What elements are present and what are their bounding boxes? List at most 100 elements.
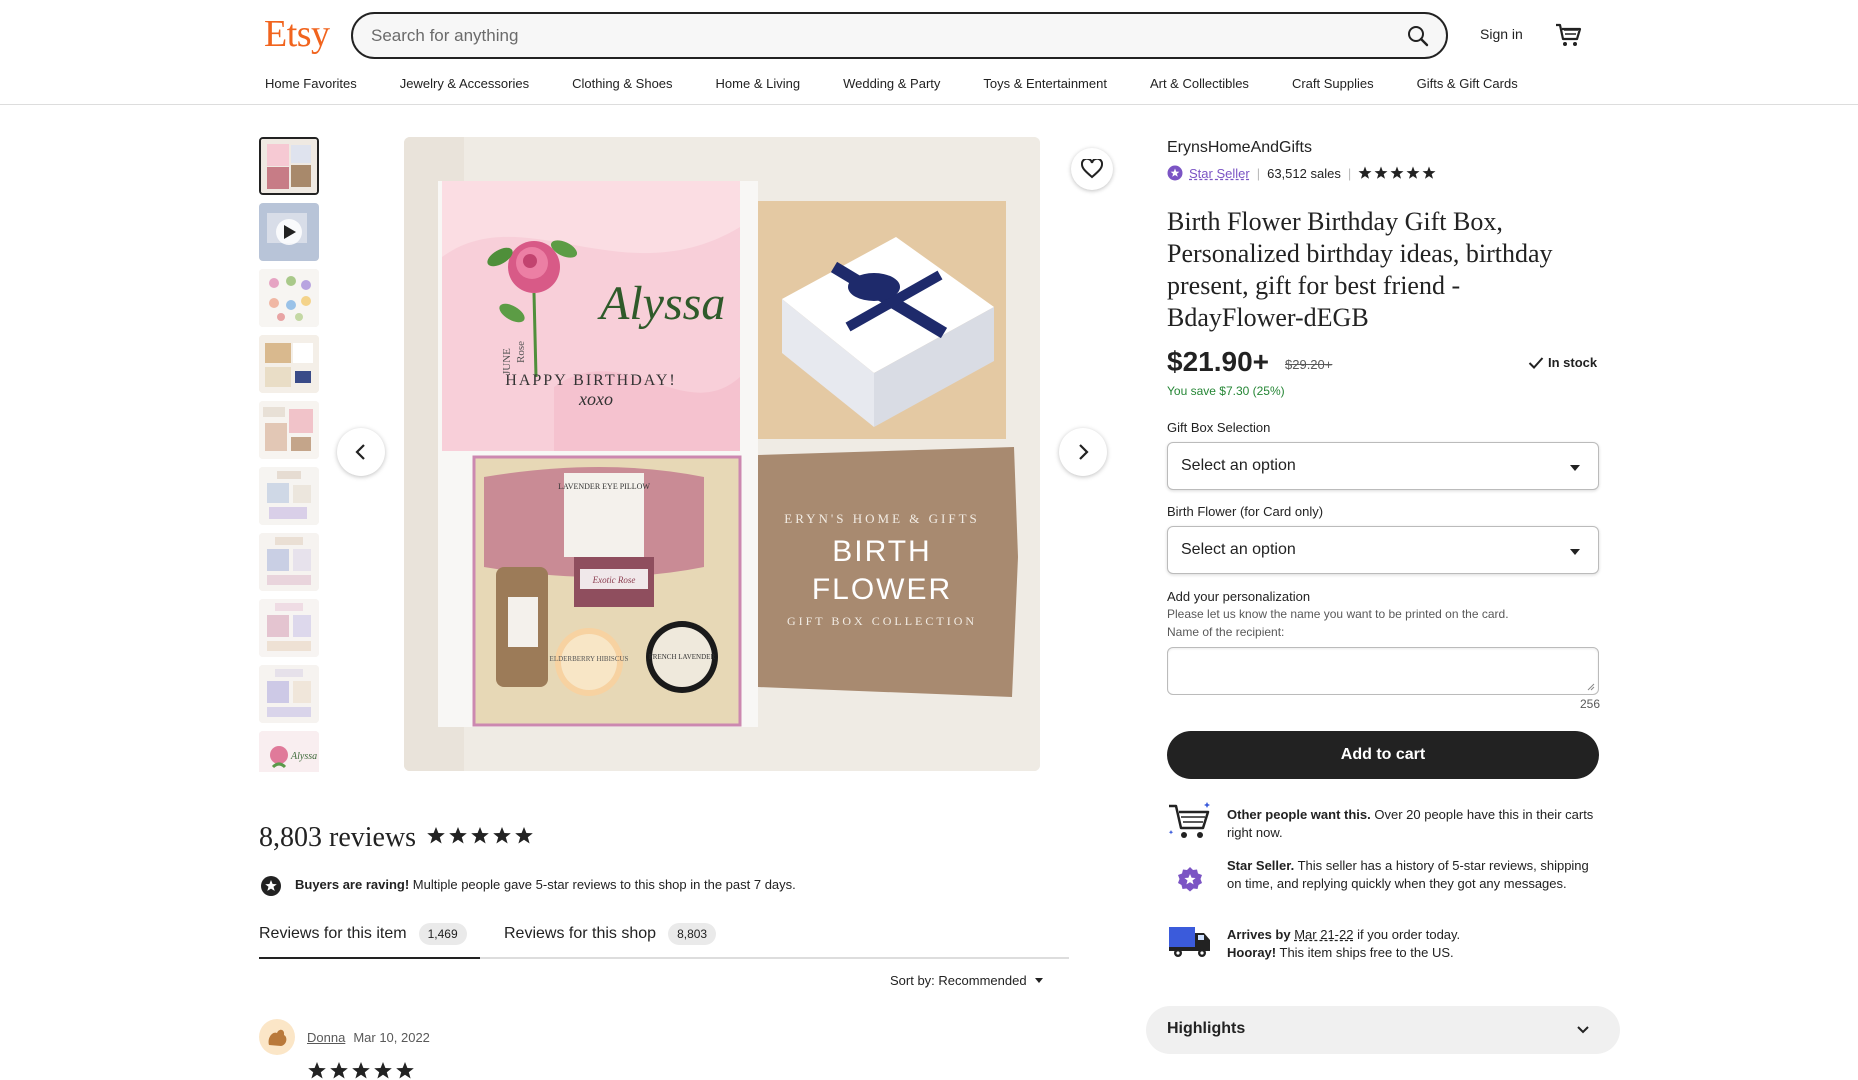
thumbnail-strip: Alyssa <box>259 137 319 772</box>
card-month-text: JUNE <box>501 348 513 375</box>
nav-gifts[interactable]: Gifts & Gift Cards <box>1417 76 1518 91</box>
chevron-left-icon <box>355 444 365 460</box>
character-counter: 256 <box>1579 697 1600 711</box>
nav-home-favorites[interactable]: Home Favorites <box>265 76 357 91</box>
star-seller-bold: Star Seller. <box>1227 858 1295 873</box>
raving-bold: Buyers are raving! <box>295 877 410 892</box>
chevron-down-icon <box>1577 1026 1589 1034</box>
hooray-bold: Hooray! <box>1227 945 1277 960</box>
caret-down-icon <box>1570 465 1580 471</box>
chevron-right-icon <box>1079 444 1089 460</box>
heart-icon <box>1081 159 1103 179</box>
search-input[interactable] <box>371 14 1351 57</box>
birth-flower-select[interactable]: Select an option <box>1167 526 1599 574</box>
gift-box-select-value: Select an option <box>1181 457 1296 474</box>
thumbnail[interactable] <box>259 665 319 723</box>
active-tab-indicator <box>259 957 480 959</box>
shop-rating-stars[interactable] <box>1358 166 1436 180</box>
review-rating-stars <box>308 1062 414 1079</box>
thumbnail[interactable]: Alyssa <box>259 731 319 772</box>
star-seller-link[interactable]: Star Seller <box>1189 166 1250 181</box>
nav-toys[interactable]: Toys & Entertainment <box>983 76 1107 91</box>
highlights-accordion[interactable]: Highlights <box>1146 1006 1620 1054</box>
reviews-rating-stars <box>427 827 533 844</box>
card-sign-text: xoxo <box>578 389 613 409</box>
hooray-text: This item ships free to the US. <box>1276 945 1454 960</box>
arrives-bold: Arrives by <box>1227 927 1291 942</box>
reviewer-name-link[interactable]: Donna <box>307 1030 345 1045</box>
gift-box-select[interactable]: Select an option <box>1167 442 1599 490</box>
brand-text: ERYN'S HOME & GIFTS <box>784 511 980 526</box>
personalization-textarea[interactable] <box>1167 647 1599 695</box>
search-icon <box>1408 26 1429 47</box>
thumbnail[interactable] <box>259 335 319 393</box>
thumbnail[interactable] <box>259 599 319 657</box>
caret-down-icon <box>1034 978 1043 983</box>
cart-button[interactable] <box>1553 20 1583 50</box>
nav-art[interactable]: Art & Collectibles <box>1150 76 1249 91</box>
nav-craft[interactable]: Craft Supplies <box>1292 76 1374 91</box>
thumbnail[interactable] <box>259 401 319 459</box>
thumbnail[interactable] <box>259 533 319 591</box>
stock-status: In stock <box>1528 355 1597 370</box>
delivery-truck-icon <box>1169 927 1210 957</box>
card-flower-text: Rose <box>515 341 527 363</box>
favorite-button[interactable] <box>1071 148 1113 190</box>
etsy-logo[interactable]: Etsy <box>264 12 330 56</box>
demand-bold: Other people want this. <box>1227 807 1371 822</box>
price: $21.90+ <box>1167 346 1269 377</box>
video-thumbnail[interactable] <box>259 203 319 261</box>
personalization-hint-2: Name of the recipient: <box>1167 625 1285 639</box>
raving-text: Multiple people gave 5-star reviews to t… <box>409 877 796 892</box>
category-nav: Home Favorites Jewelry & Accessories Clo… <box>265 76 1561 91</box>
add-to-cart-button[interactable]: Add to cart <box>1167 731 1599 779</box>
main-product-image[interactable]: Alyssa JUNE Rose HAPPY BIRTHDAY! xoxo LA… <box>404 137 1040 771</box>
next-image-button[interactable] <box>1059 428 1107 476</box>
highlights-label: Highlights <box>1167 1020 1246 1037</box>
nav-wedding[interactable]: Wedding & Party <box>843 76 940 91</box>
arrival-date[interactable]: Mar 21-22 <box>1294 927 1353 942</box>
thumbnail[interactable] <box>259 269 319 327</box>
sign-in-link[interactable]: Sign in <box>1480 26 1523 42</box>
divider: | <box>1347 165 1352 181</box>
candle-2-label: FRENCH LAVENDER <box>649 653 716 661</box>
sort-dropdown[interactable]: Sort by: Recommended <box>890 973 1043 988</box>
original-price: $29.20+ <box>1285 357 1333 372</box>
site-header: Etsy Sign in Home Favorites Jewelry & Ac… <box>0 0 1858 105</box>
nav-clothing[interactable]: Clothing & Shoes <box>572 76 672 91</box>
reviews-tabs: Reviews for this item 1,469 Reviews for … <box>259 919 1069 959</box>
collection-title-1: BIRTH <box>832 535 931 568</box>
birth-flower-select-value: Select an option <box>1181 541 1296 558</box>
buyers-raving-banner: Buyers are raving! Multiple people gave … <box>295 877 796 892</box>
checkmark-icon <box>1528 356 1544 369</box>
tab-reviews-shop[interactable]: Reviews for this shop 8,803 <box>504 923 717 945</box>
search-bar <box>351 12 1448 59</box>
search-button[interactable] <box>1400 18 1436 54</box>
avatar[interactable] <box>259 1019 295 1055</box>
birth-flower-label: Birth Flower (for Card only) <box>1167 504 1324 519</box>
nav-home-living[interactable]: Home & Living <box>716 76 801 91</box>
listing-title: Birth Flower Birthday Gift Box, Personal… <box>1167 207 1553 332</box>
tab-reviews-item-label: Reviews for this item <box>259 925 407 942</box>
caret-down-icon <box>1570 549 1580 555</box>
card-greeting-text: HAPPY BIRTHDAY! <box>505 372 676 389</box>
pillow-label: LAVENDER EYE PILLOW <box>558 482 650 491</box>
delivery-info: Arrives by Mar 21-22 if you order today.… <box>1227 926 1597 962</box>
nav-jewelry[interactable]: Jewelry & Accessories <box>400 76 529 91</box>
personalization-hint: Please let us know the name you want to … <box>1167 607 1509 621</box>
divider: | <box>1256 165 1261 181</box>
tab-reviews-item[interactable]: Reviews for this item 1,469 <box>259 923 467 945</box>
sort-label: Sort by: Recommended <box>890 973 1027 988</box>
previous-image-button[interactable] <box>337 428 385 476</box>
seller-info-row: Star Seller | 63,512 sales | <box>1167 165 1436 181</box>
demand-info: Other people want this. Over 20 people h… <box>1227 806 1597 842</box>
tab-reviews-shop-count: 8,803 <box>668 923 717 945</box>
badge-star-icon <box>261 876 281 896</box>
collection-title-2: FLOWER <box>812 573 952 606</box>
resize-handle-icon[interactable] <box>1587 683 1595 691</box>
thumbnail[interactable] <box>259 467 319 525</box>
thumbnail[interactable] <box>259 137 319 195</box>
collection-subtitle: GIFT BOX COLLECTION <box>787 614 977 628</box>
shop-name-link[interactable]: ErynsHomeAndGifts <box>1167 139 1312 157</box>
star-seller-info: Star Seller. This seller has a history o… <box>1227 857 1597 893</box>
